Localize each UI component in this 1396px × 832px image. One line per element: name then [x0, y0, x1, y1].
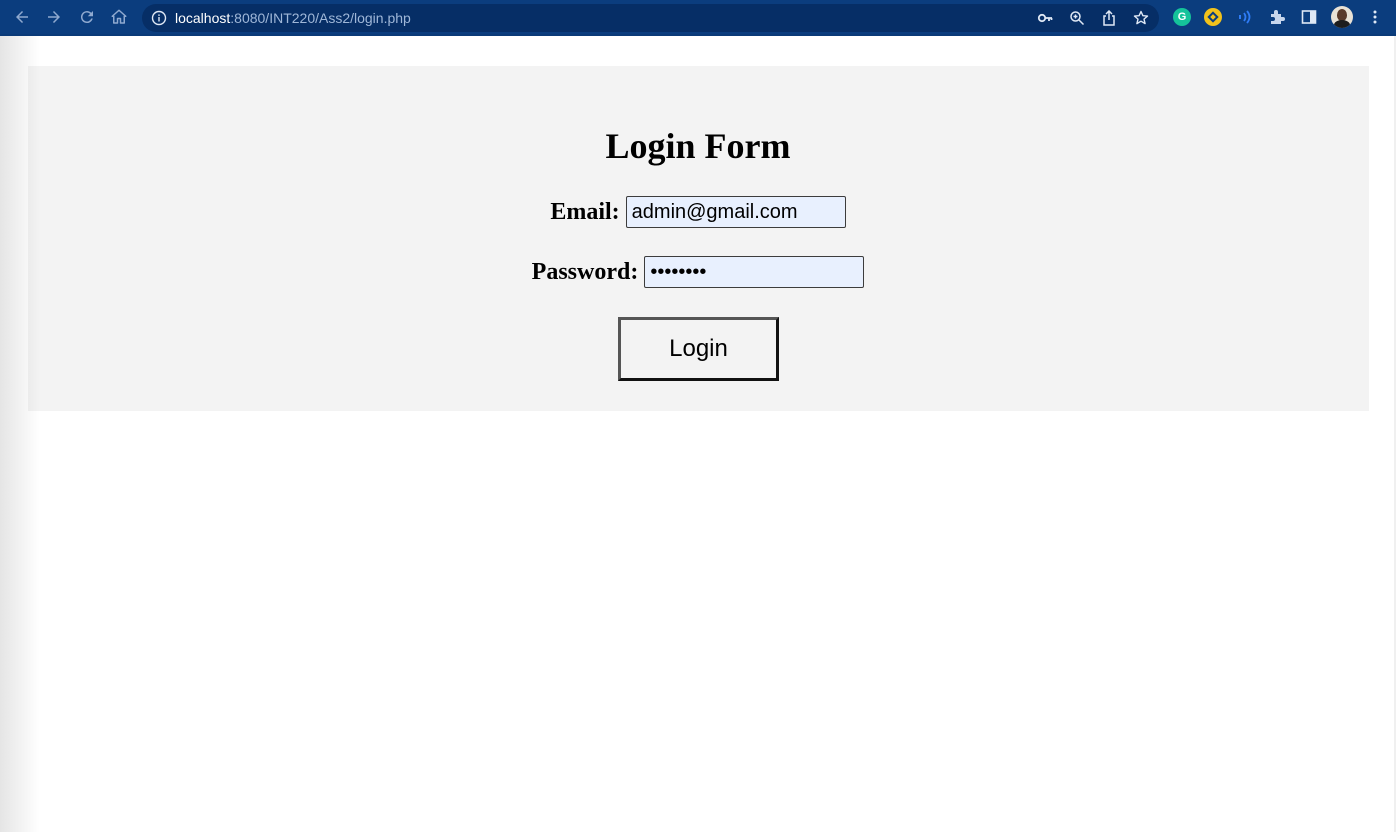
login-button[interactable]: Login: [618, 317, 779, 381]
profile-avatar[interactable]: [1331, 6, 1353, 28]
password-field[interactable]: [644, 256, 865, 288]
url-host: localhost: [175, 10, 231, 26]
yellow-extension-icon[interactable]: [1203, 7, 1223, 27]
email-field[interactable]: [625, 196, 846, 228]
audio-extension-icon[interactable]: [1235, 7, 1255, 27]
reload-icon[interactable]: [75, 5, 99, 29]
forward-arrow-icon[interactable]: [42, 5, 66, 29]
puzzle-extensions-icon[interactable]: [1267, 7, 1287, 27]
password-label: Password:: [531, 258, 639, 285]
site-info-icon[interactable]: [151, 10, 167, 26]
password-row: Password:: [0, 255, 1396, 289]
share-icon[interactable]: [1101, 10, 1117, 26]
address-bar[interactable]: localhost:8080/INT220/Ass2/login.php: [142, 4, 1159, 32]
page-viewport: Login Form Email: Password: Login: [0, 36, 1396, 832]
side-panel-icon[interactable]: [1299, 7, 1319, 27]
grammarly-letter: G: [1173, 8, 1191, 26]
email-row: Email:: [0, 195, 1396, 229]
bookmark-star-icon[interactable]: [1133, 10, 1149, 26]
form-title: Login Form: [605, 126, 791, 166]
url-path: :8080/INT220/Ass2/login.php: [230, 10, 411, 26]
browser-toolbar: localhost:8080/INT220/Ass2/login.php G: [0, 0, 1396, 36]
url-text: localhost:8080/INT220/Ass2/login.php: [175, 9, 411, 27]
back-arrow-icon[interactable]: [10, 5, 34, 29]
grammarly-icon[interactable]: G: [1172, 7, 1192, 27]
kebab-menu-icon[interactable]: [1365, 7, 1385, 27]
email-label: Email:: [550, 198, 620, 225]
key-icon[interactable]: [1037, 10, 1053, 26]
home-icon[interactable]: [107, 5, 131, 29]
zoom-icon[interactable]: [1069, 10, 1085, 26]
